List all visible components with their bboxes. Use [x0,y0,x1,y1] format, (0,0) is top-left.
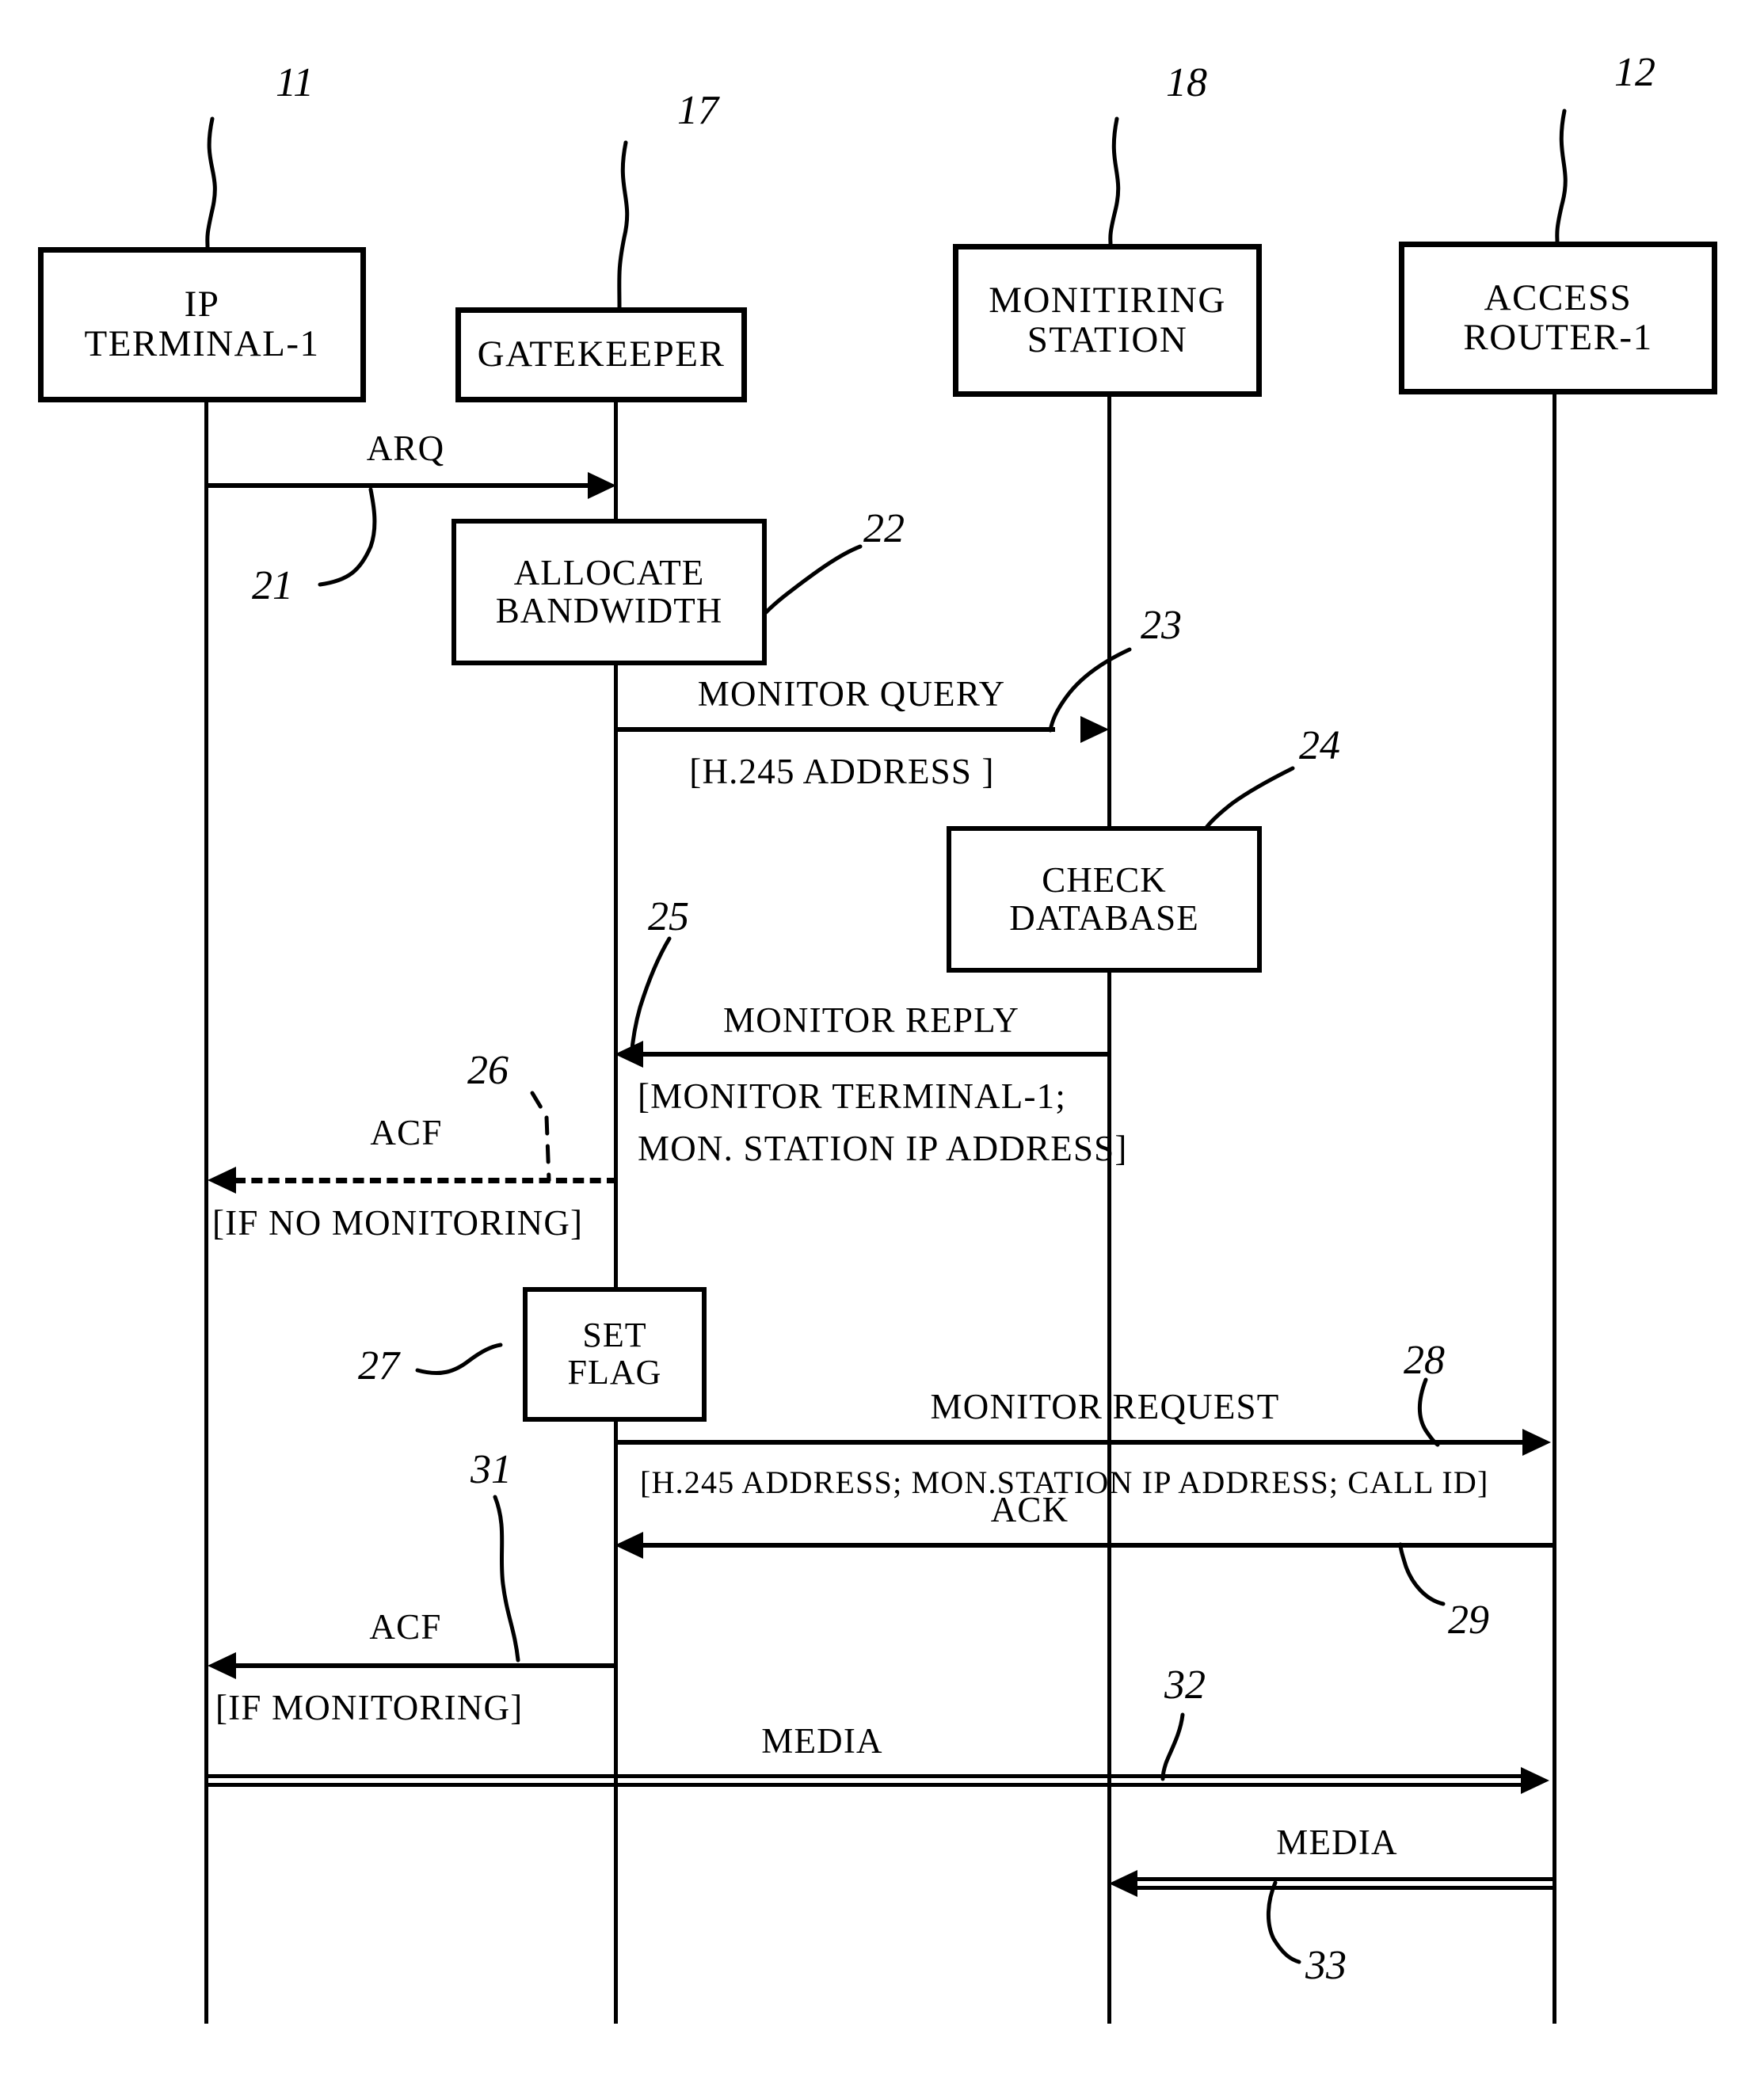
media-forward-line-bottom [204,1783,1529,1787]
reference-numeral-22: 22 [863,506,905,551]
message-params-monitor-query: [H.245 ADDRESS ] [689,752,995,791]
message-label-media-forward: MEDIA [761,1721,883,1761]
arrowhead-acf-no-monitoring [208,1167,236,1194]
message-line-acf-no-monitoring [234,1178,618,1183]
message-params-acf-no-monitoring: [IF NO MONITORING] [212,1203,584,1243]
process-label-line: DATABASE [1009,897,1199,938]
process-label-line: FLAG [567,1353,662,1392]
message-params-monitor-reply-line1: [MONITOR TERMINAL-1; [638,1076,1067,1116]
entity-monitoring-station[interactable]: MONITIRING STATION [953,244,1262,397]
reference-numeral-25: 25 [648,894,689,939]
media-forward-line-top [204,1774,1529,1778]
process-set-flag[interactable]: SET FLAG [523,1287,707,1422]
arrowhead-arq [588,472,616,499]
entity-label-line: MONITIRING [989,279,1226,321]
patent-figure-canvas: IP TERMINAL-1 GATEKEEPER MONITIRING STAT… [0,0,1764,2091]
message-line-monitor-reply [643,1052,1109,1057]
message-params-acf-monitoring: [IF MONITORING] [215,1688,524,1727]
process-label-line: ALLOCATE [513,552,705,592]
message-label-acf-monitoring: ACF [369,1607,442,1647]
entity-label-line: GATEKEEPER [477,333,726,375]
entity-label-line: ROUTER-1 [1463,316,1653,358]
reference-numeral-23: 23 [1141,603,1182,648]
process-label-line: SET [582,1316,647,1355]
arrowhead-monitor-request [1522,1429,1551,1456]
reference-numeral-33: 33 [1305,1943,1347,1988]
arrowhead-media-reverse [1109,1870,1137,1897]
message-line-ack [643,1543,1554,1548]
message-label-arq: ARQ [366,428,445,468]
process-label-line: CHECK [1042,859,1167,900]
arrowhead-monitor-reply [615,1041,643,1068]
message-line-arq [206,483,602,488]
message-line-monitor-query [616,727,1055,732]
process-label-line: BANDWIDTH [495,590,723,630]
reference-numeral-17: 17 [677,88,718,133]
reference-numeral-29: 29 [1448,1598,1489,1643]
lifeline-access-router-1 [1553,394,1556,2024]
reference-numeral-18: 18 [1166,60,1207,105]
message-line-media-forward [204,1774,1529,1787]
reference-numeral-32: 32 [1164,1663,1206,1708]
message-label-ack: ACK [990,1490,1069,1529]
arrowhead-acf-monitoring [208,1652,236,1679]
reference-numeral-24: 24 [1299,723,1340,768]
arrowhead-media-forward [1521,1767,1549,1794]
reference-numeral-26: 26 [467,1048,509,1093]
process-check-database[interactable]: CHECK DATABASE [947,826,1262,973]
entity-label-line: STATION [1027,318,1188,360]
reference-numeral-31: 31 [471,1447,512,1492]
message-label-monitor-reply: MONITOR REPLY [722,1000,1020,1040]
reference-numeral-11: 11 [276,60,314,105]
message-line-media-reverse [1137,1877,1554,1890]
message-label-monitor-request: MONITOR REQUEST [930,1387,1280,1426]
reference-numeral-21: 21 [252,563,293,608]
message-params-monitor-reply-line2: MON. STATION IP ADDRESS] [638,1129,1128,1168]
reference-numeral-27: 27 [358,1343,399,1388]
entity-ip-terminal-1[interactable]: IP TERMINAL-1 [38,247,366,402]
arrowhead-ack [615,1532,643,1559]
entity-label-line: ACCESS [1484,276,1633,318]
entity-access-router-1[interactable]: ACCESS ROUTER-1 [1399,242,1717,394]
media-reverse-line-top [1137,1877,1554,1881]
message-label-monitor-query: MONITOR QUERY [697,674,1006,714]
media-reverse-line-bottom [1137,1886,1554,1890]
entity-gatekeeper[interactable]: GATEKEEPER [455,307,747,402]
message-label-media-reverse: MEDIA [1276,1822,1398,1862]
entity-label-line: IP [184,284,220,326]
message-label-acf-no-monitoring: ACF [370,1113,443,1152]
message-line-acf-monitoring [234,1663,618,1668]
process-allocate-bandwidth[interactable]: ALLOCATE BANDWIDTH [451,519,767,665]
message-line-monitor-request [616,1440,1526,1445]
arrowhead-monitor-query [1080,716,1109,743]
reference-numeral-28: 28 [1404,1338,1445,1383]
entity-label-line: TERMINAL-1 [84,323,320,364]
reference-numeral-12: 12 [1614,50,1655,95]
